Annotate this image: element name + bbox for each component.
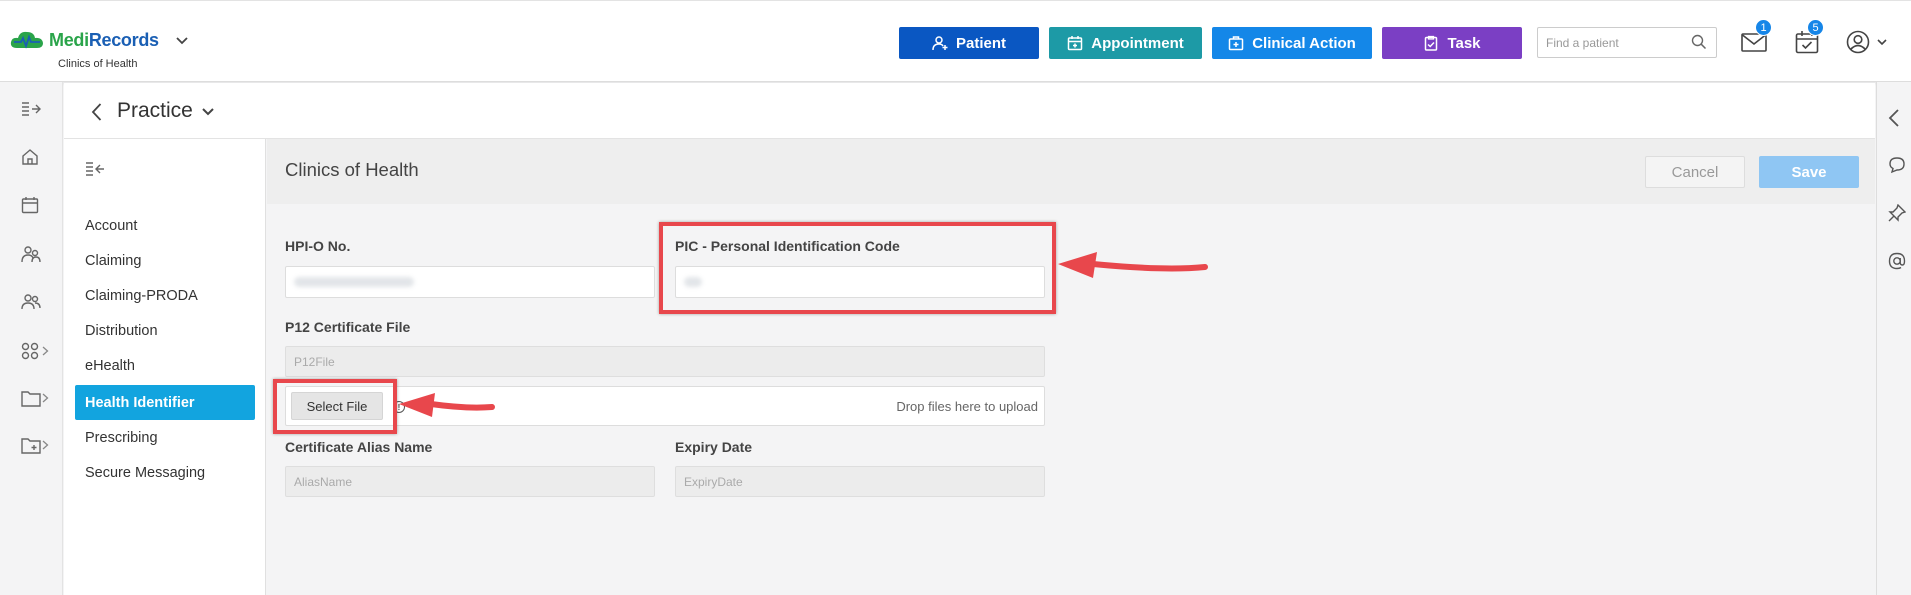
submenu-item-claiming[interactable]: Claiming [85,253,141,269]
expiry-input: ExpiryDate [675,466,1045,497]
submenu-item-distribution[interactable]: Distribution [85,323,158,339]
practice-header: Practice [64,83,1875,139]
form-title: Clinics of Health [285,159,419,180]
patient-search[interactable] [1537,27,1717,58]
patient-button-label: Patient [955,34,1006,52]
messages-button[interactable]: 1 [1741,19,1772,58]
cloud-heartbeat-icon [10,31,43,49]
search-icon[interactable] [1691,34,1707,50]
right-tool-rail [1876,82,1911,595]
care-team-icon[interactable] [21,244,41,264]
modules-icon[interactable] [21,342,39,360]
alias-input: AliasName [285,466,655,497]
user-circle-icon [1846,30,1870,54]
settings-submenu: Account Claiming Claiming-PRODA Distribu… [64,139,266,595]
hpio-input[interactable] [285,266,655,298]
arrow-pointer-select-file [399,393,495,417]
p12-certificate-label: P12 Certificate File [285,319,411,335]
health-identifier-form: Clinics of Health Cancel Save HPI-O No. … [267,139,1875,595]
task-button-label: Task [1447,34,1481,52]
submenu-item-ehealth[interactable]: eHealth [85,358,135,374]
expiry-label: Expiry Date [675,439,753,455]
chat-icon[interactable] [1888,156,1906,174]
calendar-icon[interactable] [21,196,39,214]
clinical-action-button[interactable]: Clinical Action [1212,27,1372,59]
back-arrow-icon[interactable] [91,103,102,121]
brand-logo[interactable]: MediRecords [9,29,188,51]
submenu-item-health-identifier[interactable]: Health Identifier [75,385,255,420]
practice-name: Clinics of Health [58,58,138,70]
calendar-add-icon [1068,36,1083,51]
patient-search-input[interactable] [1538,28,1688,57]
submenu-item-account[interactable]: Account [85,218,137,234]
page-title: Practice [117,99,193,122]
chevron-right-icon[interactable] [42,393,49,403]
drop-hint: Drop files here to upload [896,399,1038,414]
alias-label: Certificate Alias Name [285,439,433,455]
submenu-item-secure-messaging[interactable]: Secure Messaging [85,465,205,481]
arrow-pointer-pic [1058,252,1208,278]
patient-button[interactable]: Patient [899,27,1039,59]
folder-icon[interactable] [21,390,41,407]
chevron-right-icon[interactable] [42,346,49,356]
form-header: Clinics of Health Cancel Save [267,139,1875,204]
redacted-value [294,277,414,287]
home-icon[interactable] [21,148,39,166]
highlight-pic-box [659,222,1056,314]
submenu-item-prescribing[interactable]: Prescribing [85,430,158,446]
tasks-badge: 5 [1807,19,1824,36]
mail-badge: 1 [1755,19,1772,36]
chevron-left-icon[interactable] [1888,109,1900,127]
patients-icon[interactable] [21,292,41,312]
mention-icon[interactable] [1888,252,1906,270]
tasks-button[interactable]: 5 [1795,19,1824,59]
add-person-icon [932,36,948,51]
task-button[interactable]: Task [1382,27,1522,59]
clinical-action-button-label: Clinical Action [1252,34,1356,52]
clipboard-check-icon [1425,35,1438,51]
cancel-button[interactable]: Cancel [1645,156,1745,188]
collapse-menu-icon[interactable] [85,161,105,177]
expand-menu-icon[interactable] [21,101,41,117]
chevron-right-icon[interactable] [42,440,49,450]
save-button[interactable]: Save [1759,156,1859,188]
pin-icon[interactable] [1888,204,1906,222]
chevron-down-icon[interactable] [202,108,214,116]
medical-kit-icon [1228,36,1244,51]
submenu-item-claiming-proda[interactable]: Claiming-PRODA [85,288,198,304]
highlight-select-file-box [273,379,397,434]
appointment-button[interactable]: Appointment [1049,27,1202,59]
top-bar: MediRecords Clinics of Health Patient Ap… [0,0,1911,82]
left-nav-rail [0,82,63,595]
user-menu[interactable] [1846,30,1887,59]
p12-file-input: P12File [285,346,1045,377]
folder-add-icon[interactable] [21,437,41,454]
chevron-down-icon[interactable] [176,37,188,45]
brand-name: MediRecords [49,29,159,50]
chevron-down-icon [1877,39,1887,46]
appointment-button-label: Appointment [1091,34,1184,52]
hpio-label: HPI-O No. [285,238,351,254]
